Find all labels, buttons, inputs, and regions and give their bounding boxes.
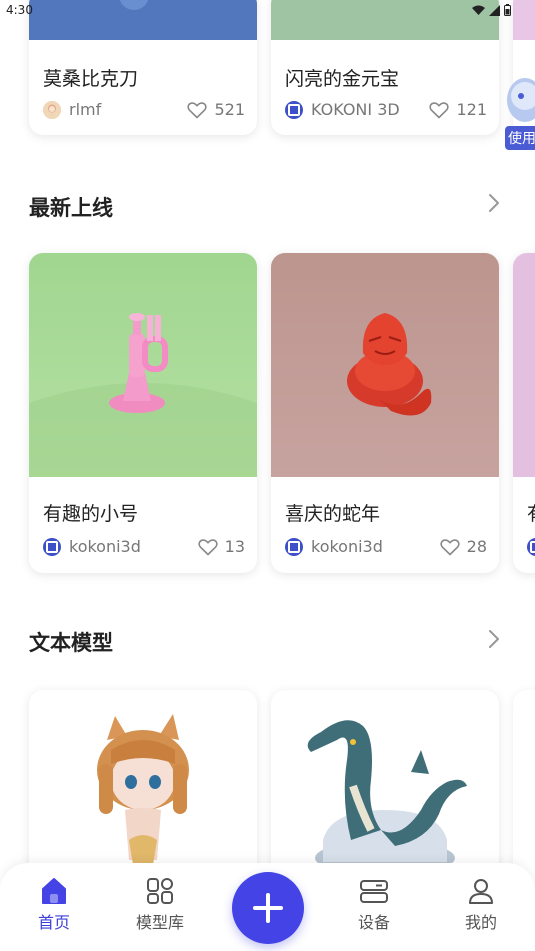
plus-icon — [253, 893, 283, 923]
brand-avatar — [527, 538, 535, 556]
grid-icon — [147, 878, 173, 904]
status-bar: 4:30 — [0, 0, 535, 22]
model-meta: kokoni3d 13 — [43, 537, 245, 556]
chevron-right-icon[interactable] — [487, 629, 501, 649]
model-meta: rlmf 521 — [43, 100, 245, 119]
add-model-button[interactable] — [232, 872, 304, 944]
battery-icon — [504, 4, 511, 16]
home-screen: 4:30 莫桑比克刀 rlmf 521 闪亮的金元宝 KOKONI 3D 121… — [0, 0, 535, 951]
model-title: 闪亮的金元宝 — [285, 68, 400, 90]
chevron-right-icon[interactable] — [487, 193, 501, 213]
like-number: 521 — [214, 100, 245, 119]
sea-serpent-model — [307, 720, 467, 876]
model-card[interactable]: 喜庆的蛇年 kokoni3d 28 — [271, 253, 499, 573]
nav-label: 设备 — [357, 913, 390, 932]
model-thumbnail — [513, 253, 535, 477]
brand-avatar — [43, 537, 61, 556]
signal-icon — [489, 4, 500, 16]
floating-helper[interactable]: 使用 — [499, 60, 535, 170]
profile-icon — [469, 879, 493, 904]
heart-icon — [198, 538, 218, 555]
author-name: KOKONI 3D — [311, 100, 400, 119]
model-meta: KOKONI 3D 121 — [285, 100, 487, 119]
author[interactable]: kokoni3d — [43, 537, 141, 556]
author-name: kokoni3d — [311, 537, 383, 556]
cat-girl-model — [97, 714, 189, 865]
brand-avatar — [285, 537, 303, 556]
wifi-icon — [472, 5, 485, 15]
like-number: 28 — [466, 537, 487, 556]
heart-icon — [187, 101, 208, 118]
model-card-peek[interactable]: 有 — [513, 253, 535, 573]
status-icons — [472, 4, 511, 16]
home-icon — [42, 878, 66, 904]
nav-model-library[interactable]: 模型库 — [120, 877, 200, 933]
heart-icon — [429, 101, 450, 118]
model-thumbnail — [271, 253, 499, 477]
user-avatar — [43, 100, 61, 119]
author-name: rlmf — [69, 100, 102, 119]
nav-label: 我的 — [464, 913, 497, 932]
nav-label: 模型库 — [135, 913, 184, 932]
trumpet-model — [29, 313, 257, 477]
model-thumbnail — [29, 253, 257, 477]
helper-label: 使用 — [505, 126, 535, 150]
like-number: 13 — [224, 537, 245, 556]
author-name: kokoni3d — [69, 537, 141, 556]
model-meta: kokoni3d 28 — [285, 537, 487, 556]
author[interactable]: kokoni3d — [285, 537, 383, 556]
like-count[interactable]: 13 — [198, 537, 245, 556]
snake-model — [347, 313, 432, 416]
section-title: 文本模型 — [29, 631, 113, 655]
nav-profile[interactable]: 我的 — [441, 877, 521, 933]
nav-device[interactable]: 设备 — [334, 877, 414, 933]
nav-label: 首页 — [37, 913, 70, 932]
author[interactable]: rlmf — [43, 100, 101, 119]
model-card[interactable]: 有趣的小号 kokoni3d 13 — [29, 253, 257, 573]
like-number: 121 — [456, 100, 487, 119]
status-time: 4:30 — [6, 3, 33, 17]
model-title: 莫桑比克刀 — [43, 68, 139, 90]
like-count[interactable]: 121 — [429, 100, 487, 119]
section-title: 最新上线 — [29, 196, 113, 220]
like-count[interactable]: 521 — [187, 100, 245, 119]
model-title: 有趣的小号 — [43, 503, 139, 525]
heart-icon — [440, 538, 460, 555]
author[interactable]: KOKONI 3D — [285, 100, 400, 119]
brand-avatar — [285, 100, 303, 119]
model-title: 喜庆的蛇年 — [285, 503, 381, 525]
device-icon — [360, 880, 388, 903]
model-title: 有 — [527, 499, 535, 526]
nav-home[interactable]: 首页 — [14, 877, 94, 933]
like-count[interactable]: 28 — [440, 537, 487, 556]
